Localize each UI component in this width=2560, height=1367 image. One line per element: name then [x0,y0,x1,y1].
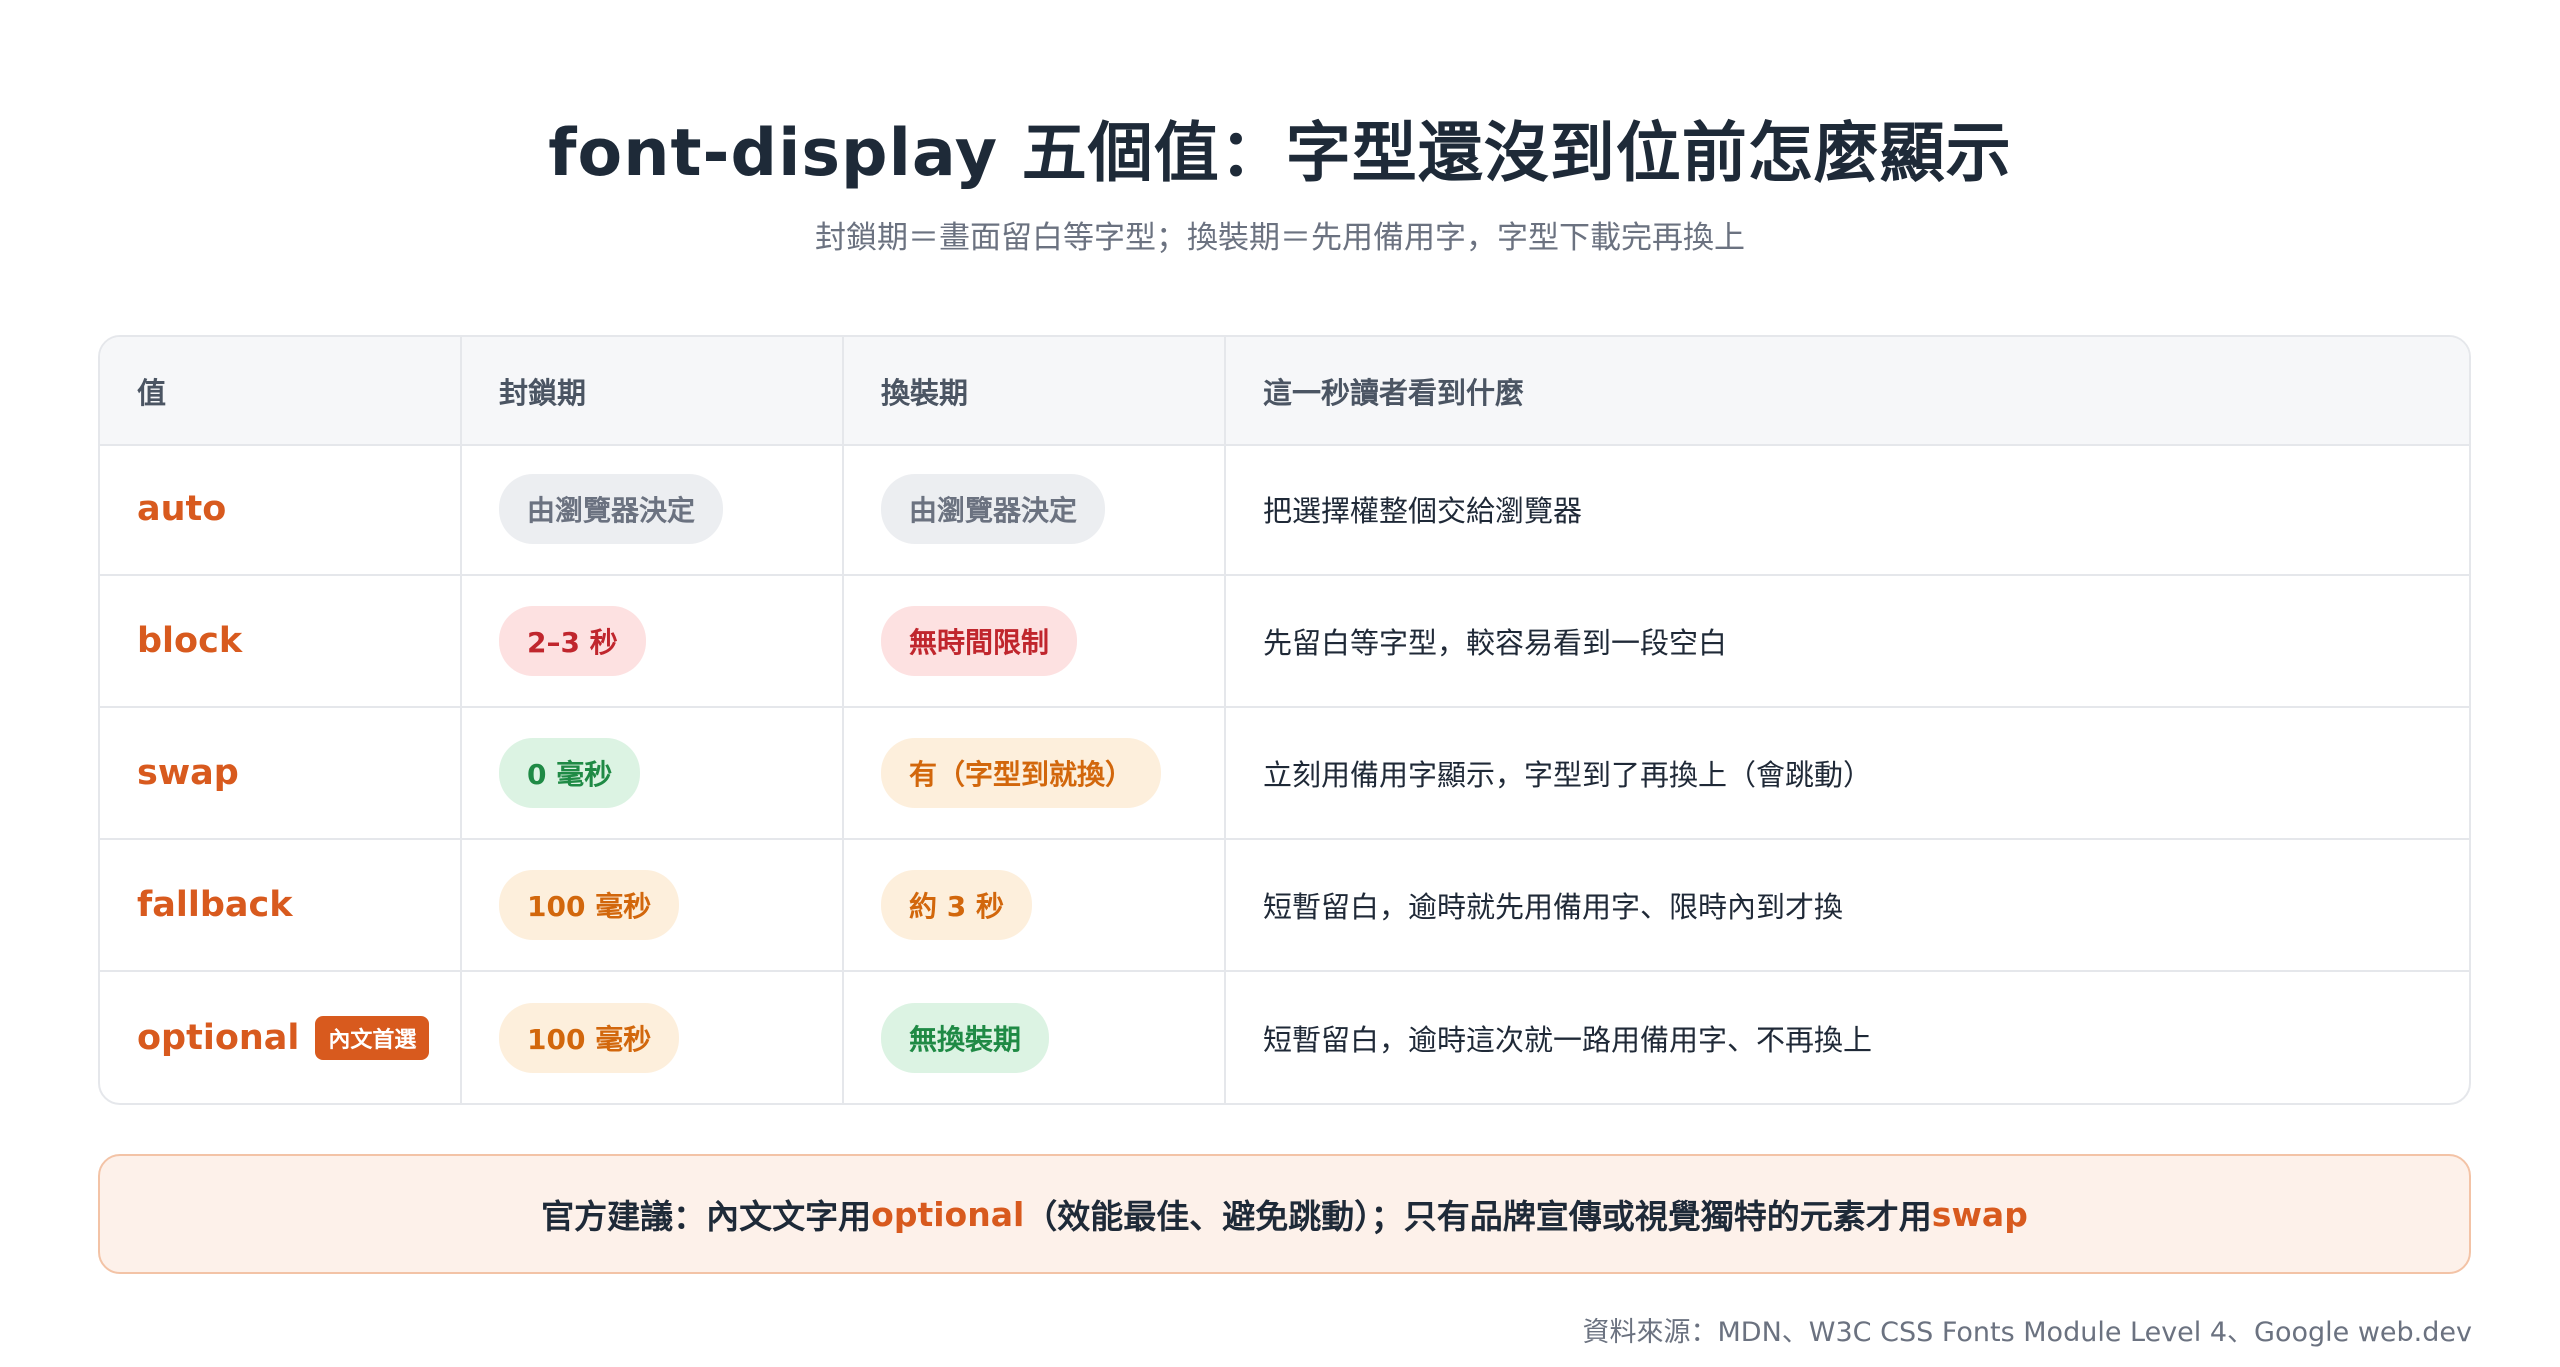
swap-period-pill: 有（字型到就換） [881,738,1162,808]
note-middle: （效能最佳、避免跳動）；只有品牌宣傳或視覺獨特的元素才用 [1024,1197,1932,1236]
font-display-table: 值 封鎖期 換裝期 這一秒讀者看到什麼 auto 由瀏覽器決定 由瀏覽器決定 把… [98,335,2471,1105]
swap-period-pill: 無換裝期 [881,1003,1050,1073]
header-value: 值 [100,337,462,444]
table-row: auto 由瀏覽器決定 由瀏覽器決定 把選擇權整個交給瀏覽器 [100,444,2469,576]
reader-description: 短暫留白，逾時這次就一路用備用字、不再換上 [1263,1023,1873,1057]
block-period-pill: 由瀏覽器決定 [499,474,724,544]
recommended-badge: 內文首選 [315,1016,430,1060]
header-swap-period: 換裝期 [844,337,1226,444]
reader-description: 把選擇權整個交給瀏覽器 [1263,494,1583,528]
page-subtitle: 封鎖期＝畫面留白等字型；換裝期＝先用備用字，字型下載完再換上 [815,220,1745,256]
value-name: swap [137,753,239,793]
block-period-pill: 2–3 秒 [499,606,646,676]
note-prefix: 官方建議：內文文字用 [541,1197,872,1236]
swap-period-pill: 由瀏覽器決定 [881,474,1106,544]
block-period-pill: 100 毫秒 [499,1003,680,1073]
table-row: swap 0 毫秒 有（字型到就換） 立刻用備用字顯示，字型到了再換上（會跳動） [100,708,2469,840]
block-period-pill: 100 毫秒 [499,870,680,940]
block-period-pill: 0 毫秒 [499,738,641,808]
value-name: fallback [137,885,293,925]
swap-period-pill: 約 3 秒 [881,870,1032,940]
source-credit: 資料來源：MDN、W3C CSS Fonts Module Level 4、Go… [1582,1317,2472,1348]
swap-period-pill: 無時間限制 [881,606,1078,676]
reader-description: 先留白等字型，較容易看到一段空白 [1263,626,1728,660]
header-reader-sees: 這一秒讀者看到什麼 [1263,375,1525,410]
table-header-row: 值 封鎖期 換裝期 這一秒讀者看到什麼 [100,337,2469,446]
value-name: optional [137,1018,300,1058]
note-highlight-optional: optional [871,1194,1025,1234]
reader-description: 立刻用備用字顯示，字型到了再換上（會跳動） [1263,758,1873,792]
table-row: optional 內文首選 100 毫秒 無換裝期 短暫留白，逾時這次就一路用備… [100,972,2469,1103]
note-highlight-swap: swap [1931,1194,2028,1234]
value-name: block [137,621,243,661]
value-name: auto [137,489,227,529]
reader-description: 短暫留白，逾時就先用備用字、限時內到才換 [1263,890,1844,924]
header-block-period: 封鎖期 [462,337,844,444]
table-row: fallback 100 毫秒 約 3 秒 短暫留白，逾時就先用備用字、限時內到… [100,840,2469,972]
page-title: font-display 五個值：字型還沒到位前怎麼顯示 [548,116,2012,191]
recommendation-note: 官方建議：內文文字用 optional （效能最佳、避免跳動）；只有品牌宣傳或視覺… [98,1154,2471,1274]
table-row: block 2–3 秒 無時間限制 先留白等字型，較容易看到一段空白 [100,576,2469,708]
